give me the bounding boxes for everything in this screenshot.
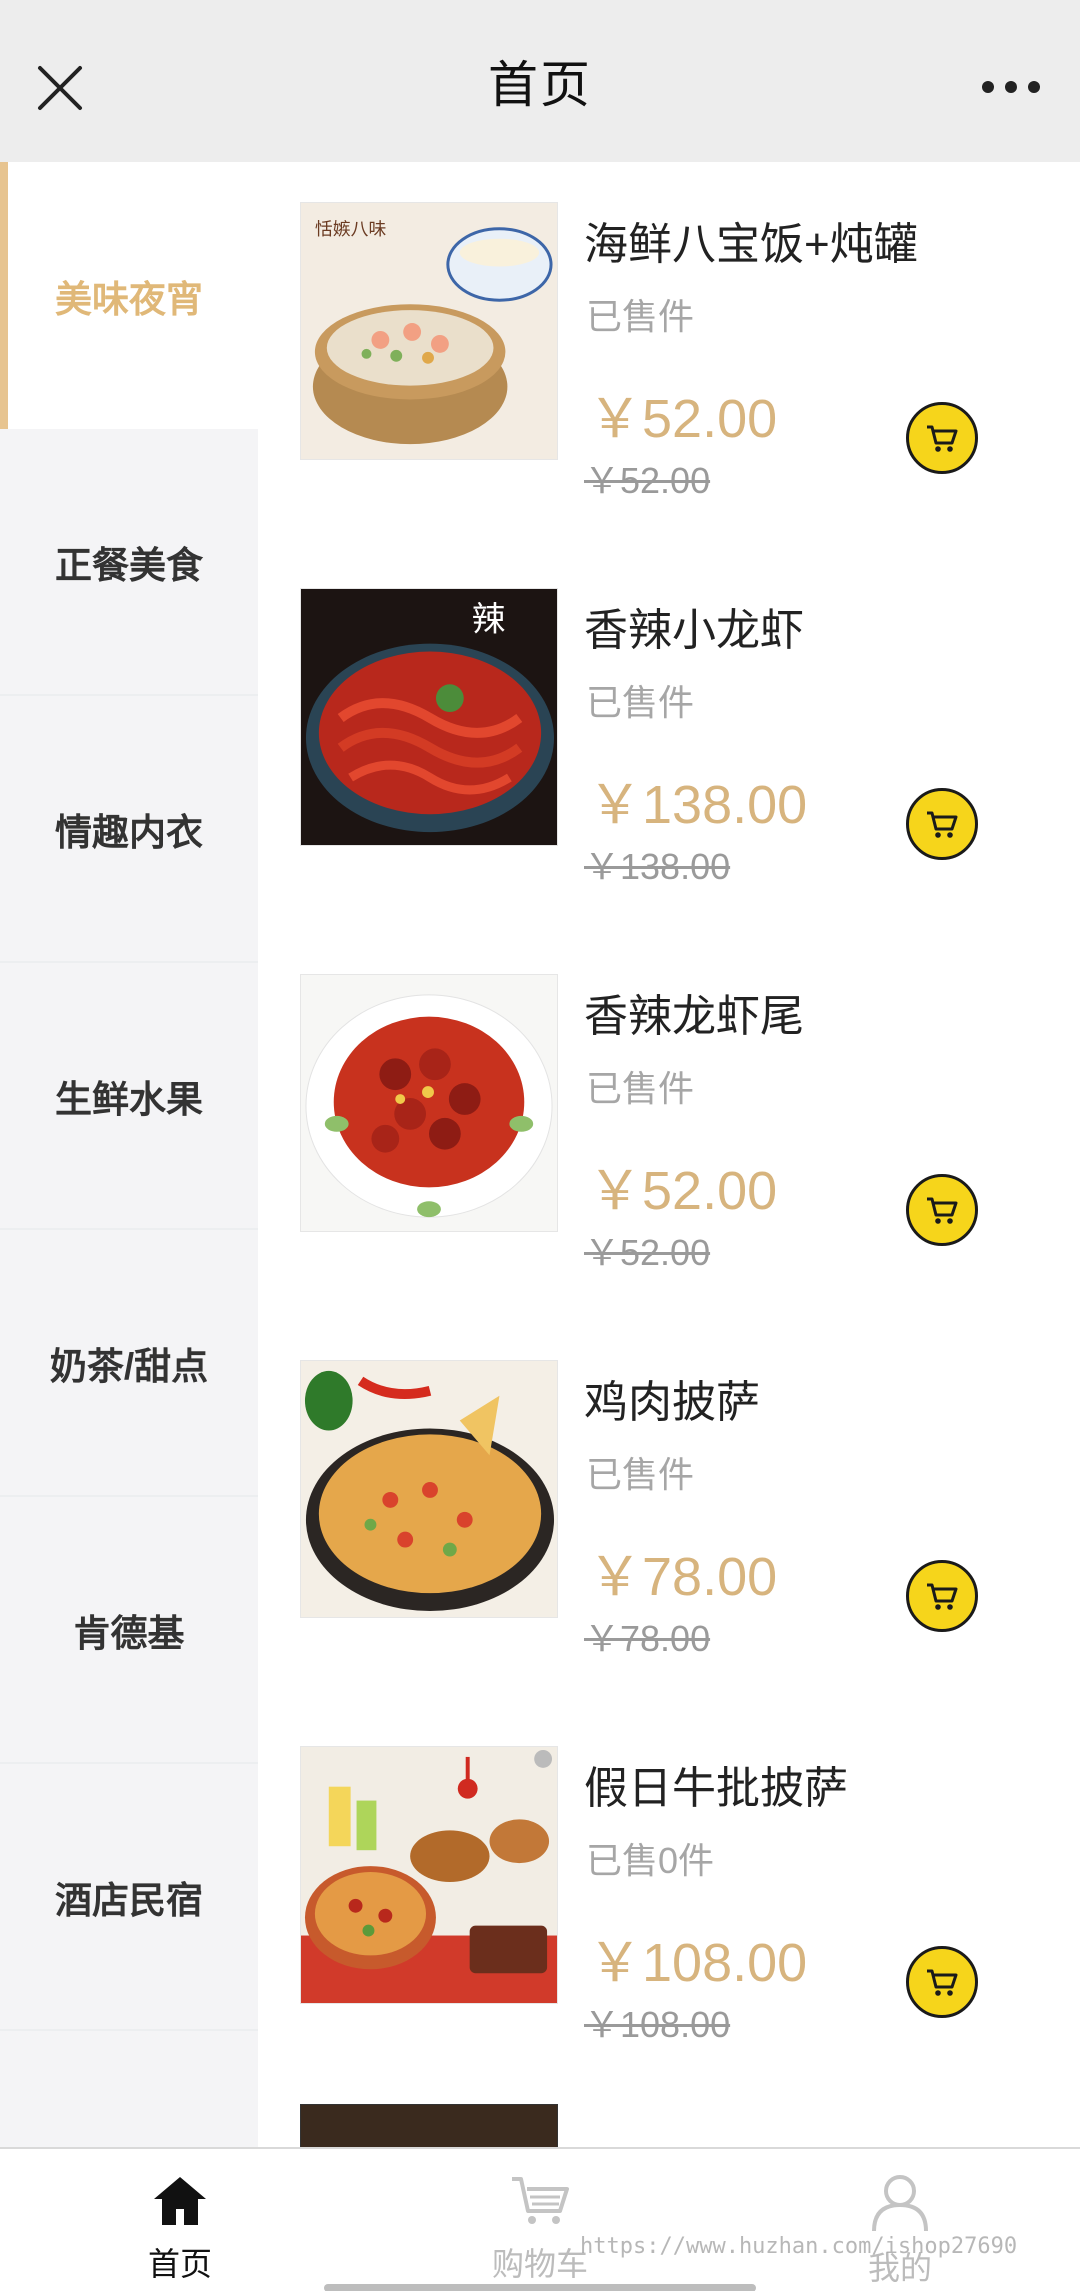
tab-label: 购物车 [491,2246,588,2282]
product-name: 假日牛批披萨 [584,1764,848,1813]
add-to-cart-button[interactable] [906,1174,978,1246]
sidebar-item-kfc[interactable]: 肯德基 [0,1497,258,1764]
sidebar-item-fresh-fruit[interactable]: 生鲜水果 [0,963,258,1230]
product-image [300,1746,558,2004]
sold-count: 已售件 [586,1454,695,1495]
price: ￥138.00 [588,775,808,835]
product-image: 辣 [300,588,558,846]
sidebar-item-hotels[interactable]: 酒店民宿 [0,1764,258,2031]
price: ￥52.00 [588,1161,778,1221]
cart-icon [927,811,958,838]
list-item[interactable]: 香辣龙虾尾 已售件 ￥52.00 ￥52.00 [258,934,1080,1320]
list-item[interactable]: 恬嫉八味 海鲜八宝饭+炖罐 已售件 ￥52.00 ￥52.00 [258,162,1080,548]
cart-icon [927,1583,958,1610]
original-price: ￥52.00 [584,1232,711,1273]
price: ￥78.00 [588,1547,778,1607]
original-price: ￥52.00 [584,460,711,501]
list-item[interactable] [258,2092,1080,2147]
close-icon[interactable] [34,62,86,114]
original-price: ￥108.00 [584,2004,731,2045]
add-to-cart-button[interactable] [906,1946,978,2018]
cart-icon [512,2177,569,2224]
product-name: 海鲜八宝饭+炖罐 [584,220,918,269]
home-indicator [324,2284,756,2291]
page-title: 首页 [488,57,592,113]
watermark: https://www.huzhan.com/ishop27690 [580,2234,1018,2259]
price: ￥108.00 [588,1933,808,1993]
product-image [300,2104,558,2147]
tab-cart[interactable]: 购物车 [360,2149,720,2291]
product-list: 恬嫉八味 海鲜八宝饭+炖罐 已售件 ￥52.00 ￥52.00 辣 香辣小龙虾 … [258,162,1080,2147]
list-item[interactable]: 辣 香辣小龙虾 已售件 ￥138.00 ￥138.00 [258,548,1080,934]
add-to-cart-button[interactable] [906,788,978,860]
top-bar: 首页 [0,0,1080,162]
cart-icon [927,425,958,452]
product-image [300,974,558,1232]
list-item[interactable]: 假日牛批披萨 已售0件 ￥108.00 ￥108.00 [258,1706,1080,2092]
more-icon[interactable] [982,78,1040,96]
cart-icon [927,1969,958,1996]
tab-label: 首页 [147,2246,212,2282]
home-icon [154,2177,206,2225]
sidebar-item-takeout[interactable]: 外卖 [0,2031,258,2147]
cart-icon [927,1197,958,1224]
product-name: 香辣龙虾尾 [584,992,804,1041]
svg-text:辣: 辣 [472,600,506,639]
sidebar-item-milk-tea[interactable]: 奶茶/甜点 [0,1230,258,1497]
sidebar-item-lingerie[interactable]: 情趣内衣 [0,696,258,963]
product-name: 鸡肉披萨 [584,1378,760,1427]
sold-count: 已售件 [586,1068,695,1109]
product-name: 香辣小龙虾 [584,606,804,655]
list-item[interactable]: 鸡肉披萨 已售件 ￥78.00 ￥78.00 [258,1320,1080,1706]
bottom-tab-bar: 首页 购物车 我的 [0,2147,1080,2291]
original-price: ￥138.00 [584,846,731,887]
add-to-cart-button[interactable] [906,402,978,474]
original-price: ￥78.00 [584,1618,711,1659]
svg-text:恬嫉八味: 恬嫉八味 [315,219,387,240]
user-icon [872,2175,928,2232]
tab-home[interactable]: 首页 [0,2149,360,2291]
sidebar-item-meals[interactable]: 正餐美食 [0,429,258,696]
sold-count: 已售0件 [586,1840,715,1881]
add-to-cart-button[interactable] [906,1560,978,1632]
product-image: 恬嫉八味 [300,202,558,460]
sidebar-item-late-night-snacks[interactable]: 美味夜宵 [0,162,258,429]
sold-count: 已售件 [586,682,695,723]
tab-profile[interactable]: 我的 [720,2149,1080,2291]
sold-count: 已售件 [586,296,695,337]
price: ￥52.00 [588,389,778,449]
category-sidebar: 美味夜宵 正餐美食 情趣内衣 生鲜水果 奶茶/甜点 肯德基 酒店民宿 外卖 [0,162,258,2147]
product-image [300,1360,558,1618]
